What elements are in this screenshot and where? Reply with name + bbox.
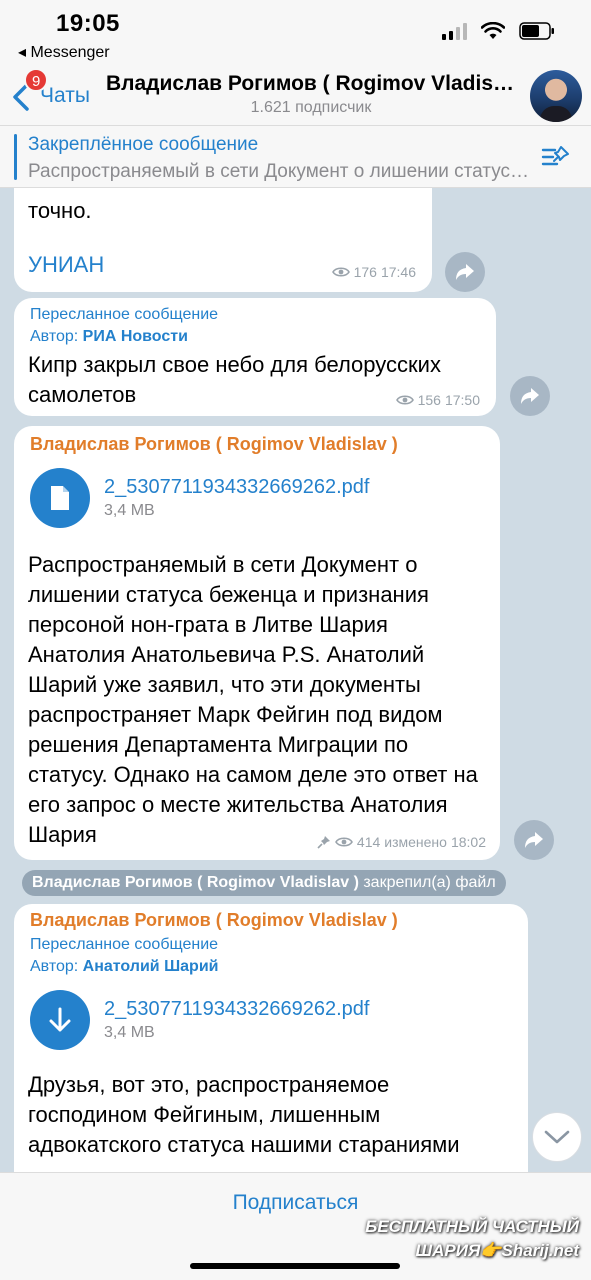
- share-button[interactable]: [510, 376, 550, 416]
- author-name[interactable]: Анатолий Шарий: [83, 958, 219, 975]
- share-button[interactable]: [445, 252, 485, 292]
- share-icon: [456, 264, 474, 280]
- download-arrow-icon: [49, 1007, 71, 1032]
- view-count: 156: [417, 392, 441, 408]
- message-list[interactable]: точно. УНИАН 176 17:46 Пересланное сообщ…: [0, 188, 591, 1172]
- battery-icon: [519, 22, 554, 40]
- pinned-title: Закреплённое сообщение: [28, 134, 259, 155]
- share-button[interactable]: [514, 820, 554, 860]
- view-count: 176: [353, 264, 377, 280]
- message-bubble[interactable]: Пересланное сообщение Автор: РИА Новости…: [14, 298, 496, 416]
- channel-title[interactable]: Владислав Рогимов ( Rogimov Vladislav ): [106, 72, 516, 96]
- sender-name[interactable]: Владислав Рогимов ( Rogimov Vladislav ): [30, 910, 398, 931]
- pin-icon: [317, 836, 330, 849]
- watermark-line: ШАРИЯ👉Sharij.net: [415, 1241, 579, 1260]
- pinned-message-bar[interactable]: Закреплённое сообщение Распространяемый …: [0, 126, 591, 188]
- service-actor[interactable]: Владислав Рогимов ( Rogimov Vladislav ): [32, 874, 359, 891]
- service-action: закрепил(а) файл: [363, 874, 496, 891]
- author-name[interactable]: РИА Новости: [83, 328, 188, 345]
- status-icons: [442, 22, 555, 40]
- chevron-down-icon: [544, 1130, 570, 1144]
- service-message: Владислав Рогимов ( Rogimov Vladislav ) …: [22, 870, 506, 896]
- message-meta: 176 17:46: [331, 264, 416, 280]
- status-time: 19:05: [56, 10, 120, 37]
- author-label: Автор:: [30, 328, 79, 345]
- message-text: Друзья, вот это, распространяемое господ…: [28, 1072, 460, 1157]
- bottom-bar: Подписаться БЕСПЛАТНЫЙ ЧАСТНЫЙ ШАРИЯ👉Sha…: [0, 1172, 591, 1280]
- eye-icon: [331, 267, 350, 277]
- message-link[interactable]: УНИАН: [28, 252, 104, 278]
- share-icon: [525, 832, 543, 848]
- eye-icon: [395, 395, 414, 405]
- watermark: БЕСПЛАТНЫЙ ЧАСТНЫЙ ШАРИЯ👉Sharij.net: [365, 1215, 579, 1263]
- subscribe-button[interactable]: Подписаться: [0, 1191, 591, 1215]
- message-time: 17:46: [380, 264, 416, 280]
- forwarded-author[interactable]: Автор: Анатолий Шарий: [30, 956, 219, 978]
- message-time: 17:50: [444, 392, 480, 408]
- message-bubble[interactable]: Владислав Рогимов ( Rogimov Vladislav ) …: [14, 904, 528, 1172]
- message-meta: 414 изменено 18:02: [317, 834, 486, 850]
- file-name[interactable]: 2_5307711934332669262.pdf: [104, 998, 369, 1021]
- wifi-icon: [481, 22, 505, 39]
- back-button[interactable]: Чаты: [40, 84, 90, 108]
- scroll-down-button[interactable]: [532, 1112, 582, 1162]
- author-label: Автор:: [30, 958, 79, 975]
- view-count: 414: [356, 834, 381, 850]
- message-text: Распространяемый в сети Документ о лишен…: [28, 552, 478, 847]
- message-text: точно.: [28, 198, 92, 223]
- nav-bar: Чаты 9 Владислав Рогимов ( Rogimov Vladi…: [0, 64, 591, 126]
- channel-avatar[interactable]: [530, 70, 582, 122]
- file-download-button[interactable]: [30, 990, 90, 1050]
- home-indicator: [190, 1263, 400, 1269]
- signal-icon: [442, 22, 467, 40]
- file-size: 3,4 MB: [104, 502, 155, 519]
- back-to-app-link[interactable]: ◂ Messenger: [18, 42, 110, 62]
- share-icon: [521, 388, 539, 404]
- status-bar: 19:05 ◂ Messenger: [0, 0, 591, 64]
- message-bubble[interactable]: Владислав Рогимов ( Rogimov Vladislav ) …: [14, 426, 500, 860]
- pinned-text: Распространяемый в сети Документ о лишен…: [28, 161, 538, 182]
- message-bubble[interactable]: точно. УНИАН 176 17:46: [14, 188, 432, 292]
- pinned-accent: [14, 134, 17, 180]
- subscriber-count: 1.621 подписчик: [250, 99, 372, 116]
- sender-name[interactable]: Владислав Рогимов ( Rogimov Vladislav ): [30, 434, 398, 455]
- forwarded-label: Пересланное сообщение: [30, 306, 219, 323]
- eye-icon: [334, 837, 353, 847]
- file-size: 3,4 MB: [104, 1024, 155, 1041]
- file-icon[interactable]: [30, 468, 90, 528]
- forwarded-label: Пересланное сообщение: [30, 936, 219, 953]
- document-icon: [51, 486, 69, 510]
- pin-list-icon[interactable]: [541, 144, 571, 170]
- message-meta: 156 17:50: [395, 392, 480, 408]
- message-time: 18:02: [450, 834, 486, 850]
- forwarded-author[interactable]: Автор: РИА Новости: [30, 326, 188, 348]
- watermark-line: БЕСПЛАТНЫЙ ЧАСТНЫЙ: [365, 1217, 579, 1236]
- edited-label: изменено: [384, 834, 447, 850]
- file-name[interactable]: 2_5307711934332669262.pdf: [104, 476, 369, 499]
